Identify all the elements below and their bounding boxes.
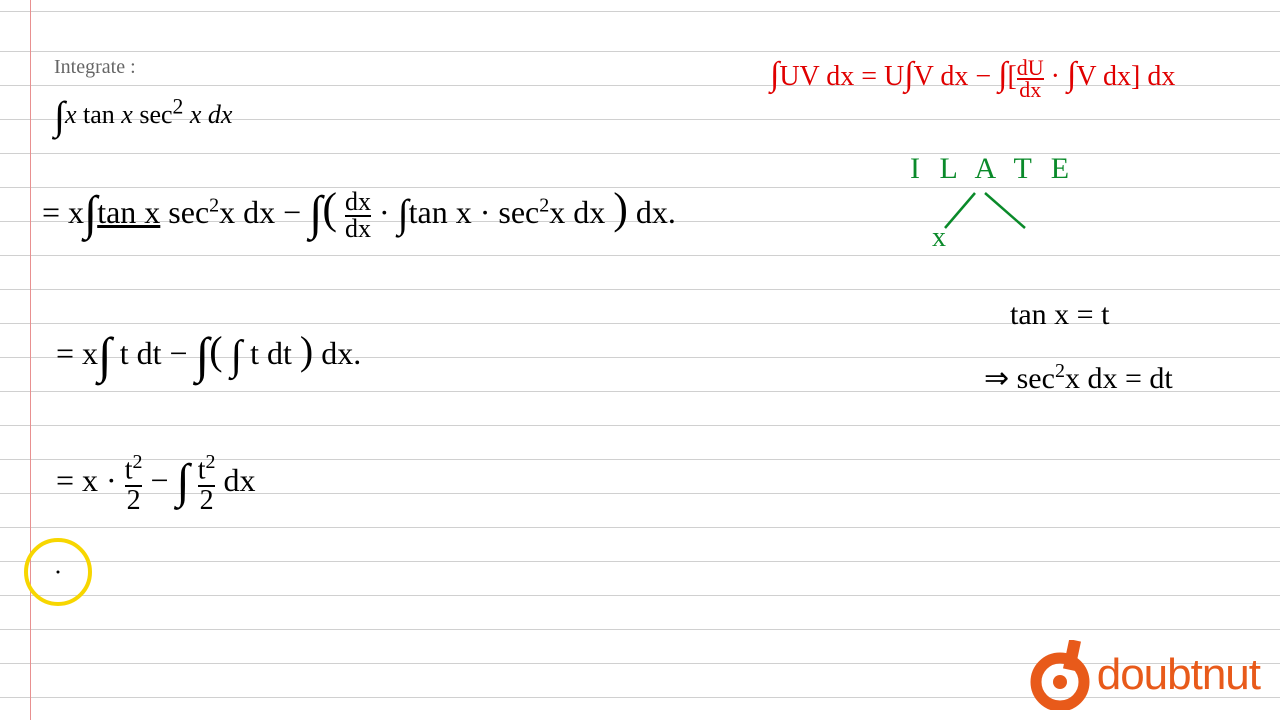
ibp-formula: ∫UV dx = U∫V dx − ∫[dUdx · ∫V dx] dx (770, 56, 1175, 99)
margin-line (30, 0, 31, 720)
step-1: = x∫tan x sec2x dx − ∫( dxdx · ∫tan x · … (42, 180, 676, 241)
ilate-label: I L A T E (910, 152, 1075, 186)
logo-icon (1028, 640, 1093, 710)
substitution-line1: tan x = t (1010, 298, 1109, 332)
cursor-highlight (24, 538, 92, 606)
substitution-line2: ⇒ sec2x dx = dt (984, 360, 1173, 396)
doubtnut-logo: doubtnut (1028, 640, 1260, 710)
heading-text: Integrate : (54, 56, 136, 79)
logo-text: doubtnut (1097, 650, 1260, 700)
step-3: = x · t22 − ∫ t22 dx (56, 448, 255, 515)
ilate-pick: x (932, 222, 946, 254)
step-2: = x∫ t dt − ∫( ∫ t dt ) dx. (56, 318, 361, 376)
problem-integral: ∫x tan x sec2 x dx (54, 86, 232, 133)
